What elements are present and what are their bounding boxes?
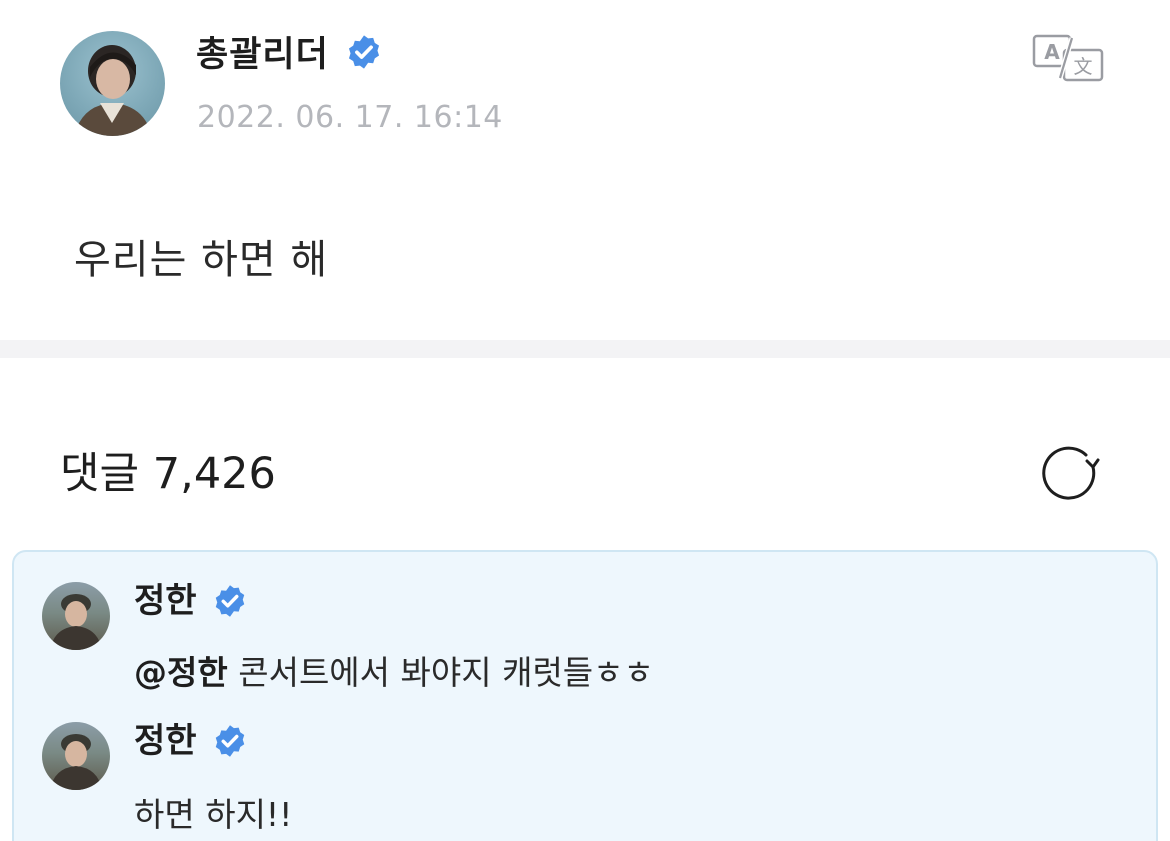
avatar-portrait-icon <box>50 594 102 650</box>
verified-badge-icon <box>348 35 380 69</box>
translate-icon: A 文 <box>1032 34 1104 82</box>
verified-badge-icon <box>215 585 245 617</box>
svg-text:A: A <box>1044 40 1060 64</box>
commenter-name[interactable]: 정한 <box>134 718 197 764</box>
post-timestamp: 2022. 06. 17. 16:14 <box>197 100 503 135</box>
comments-count-header: 댓글 7,426 <box>60 446 276 502</box>
comment-body: 하면 하지!! <box>134 795 293 834</box>
comment-text: @정한 콘서트에서 봐야지 캐럿들ㅎㅎ <box>134 650 654 696</box>
avatar-portrait-icon <box>50 734 102 790</box>
refresh-comments-button[interactable] <box>1040 446 1100 502</box>
refresh-icon <box>1042 446 1100 500</box>
comment-thread-card: 정한 @정한 콘서트에서 봐야지 캐럿들ㅎㅎ 정한 하면 하지!! <box>12 550 1158 841</box>
author-name[interactable]: 총괄리더 <box>196 30 329 80</box>
translate-button[interactable]: A 文 <box>1032 34 1104 82</box>
post-detail-page: 총괄리더 2022. 06. 17. 16:14 A 文 우리는 하면 해 댓글… <box>0 0 1170 841</box>
comment-item: 정한 하면 하지!! <box>14 718 1156 841</box>
avatar-portrait-icon <box>74 45 152 136</box>
commenter-name[interactable]: 정한 <box>134 578 197 624</box>
post-header: 총괄리더 2022. 06. 17. 16:14 A 文 <box>0 0 1170 170</box>
comment-body: 콘서트에서 봐야지 캐럿들ㅎㅎ <box>227 653 654 692</box>
post-body-text: 우리는 하면 해 <box>74 237 329 283</box>
svg-text:文: 文 <box>1073 56 1092 78</box>
section-divider <box>0 340 1170 358</box>
commenter-avatar[interactable] <box>42 582 110 650</box>
comments-label: 댓글 <box>60 449 140 499</box>
commenter-avatar[interactable] <box>42 722 110 790</box>
verified-badge-icon <box>215 725 245 757</box>
author-avatar[interactable] <box>60 31 165 136</box>
comment-item: 정한 @정한 콘서트에서 봐야지 캐럿들ㅎㅎ <box>14 578 1156 718</box>
comments-count: 7,426 <box>152 449 276 499</box>
mention-link[interactable]: @정한 <box>134 653 228 692</box>
